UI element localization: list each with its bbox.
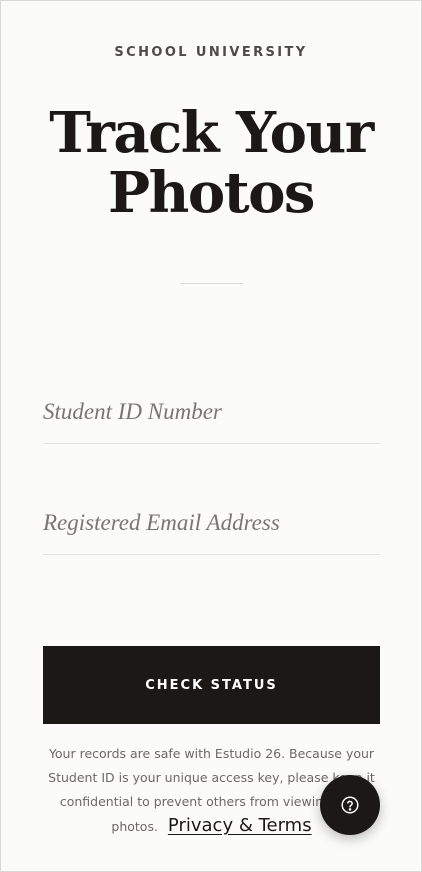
page-title-line-2: Photos [108, 160, 315, 226]
help-button[interactable] [320, 775, 380, 835]
privacy-terms-link[interactable]: Privacy & Terms [168, 815, 312, 836]
student-id-input[interactable] [43, 380, 380, 444]
title-divider [180, 283, 243, 284]
check-status-button[interactable]: CHECK STATUS [43, 646, 380, 724]
help-circle-icon [339, 794, 361, 816]
page-title-line-1: Track Your [49, 100, 374, 166]
email-input[interactable] [43, 491, 380, 555]
page-title: Track Your Photos [1, 103, 421, 223]
brand-name: SCHOOL UNIVERSITY [114, 45, 308, 60]
